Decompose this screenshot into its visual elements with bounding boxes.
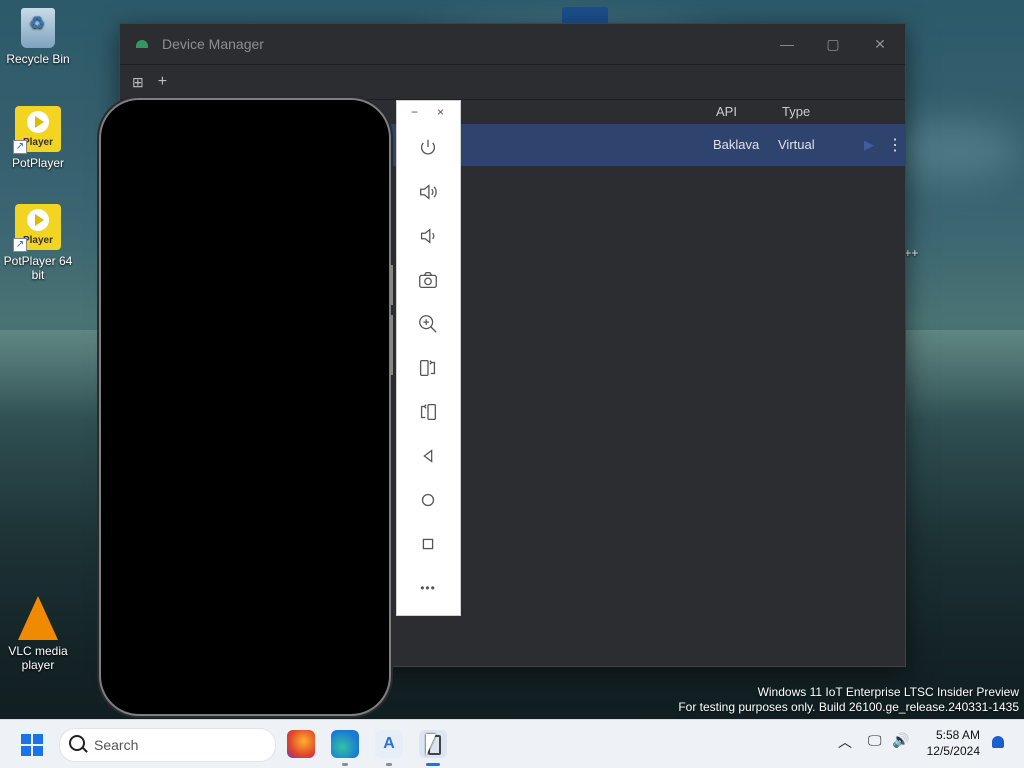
- clock[interactable]: 5:58 AM 12/5/2024: [927, 727, 980, 759]
- home-icon[interactable]: [414, 486, 442, 514]
- desktop-icon-label: Recycle Bin: [6, 52, 70, 66]
- shortcut-arrow-icon: ↗: [13, 140, 27, 154]
- desktop-icon-potplayer-64[interactable]: Player ↗ PotPlayer 64 bit: [0, 204, 76, 282]
- row-api: Baklava: [713, 137, 760, 152]
- notification-bell-icon[interactable]: [992, 736, 1004, 748]
- recycle-bin-icon: [21, 8, 55, 48]
- back-icon[interactable]: [414, 442, 442, 470]
- emulator-toolbar: − × •••: [396, 100, 461, 616]
- search-box[interactable]: Search: [59, 728, 276, 762]
- taskbar: Search A ︿ 🖵 🔊 5:58 AM 12/5/2024: [0, 719, 1024, 768]
- desktop-icon-label: VLC media player: [8, 644, 68, 672]
- search-icon: [69, 735, 85, 751]
- edge-icon[interactable]: [331, 730, 359, 766]
- rotate-left-icon[interactable]: [414, 354, 442, 382]
- device-group-icon[interactable]: ⊞: [132, 74, 144, 91]
- desktop-icon-vlc[interactable]: VLC media player: [0, 596, 76, 672]
- desktop-icon-label: PotPlayer: [11, 156, 65, 170]
- toolbar: ⊞ +: [120, 64, 905, 99]
- column-header-type[interactable]: Type: [782, 104, 810, 119]
- row-more-menu[interactable]: ⋮: [887, 135, 903, 155]
- volume-down-icon[interactable]: [414, 222, 442, 250]
- run-device-icon[interactable]: ▶: [864, 137, 874, 153]
- column-header-api[interactable]: API: [716, 104, 737, 119]
- partial-desktop-icon: [562, 7, 608, 23]
- emulator-screen[interactable]: [101, 100, 393, 714]
- network-icon[interactable]: 🖵: [868, 732, 882, 749]
- volume-up-icon[interactable]: [414, 178, 442, 206]
- desktop-icon-potplayer[interactable]: Player ↗ PotPlayer: [0, 106, 76, 170]
- camera-icon[interactable]: [414, 266, 442, 294]
- rotate-right-icon[interactable]: [414, 398, 442, 426]
- add-device-button[interactable]: +: [158, 73, 167, 91]
- window-title: Device Manager: [162, 36, 264, 52]
- power-icon[interactable]: [414, 134, 442, 162]
- overview-icon[interactable]: [414, 530, 442, 558]
- minimize-button[interactable]: —: [775, 32, 799, 56]
- vlc-cone-icon: [18, 596, 58, 640]
- android-icon: [136, 40, 148, 48]
- android-studio-icon[interactable]: A: [375, 730, 403, 766]
- firefox-icon[interactable]: [287, 730, 315, 758]
- row-type: Virtual: [778, 137, 815, 152]
- emulator-minimize-button[interactable]: −: [411, 105, 418, 119]
- maximize-button[interactable]: ▢: [821, 32, 845, 56]
- zoom-icon[interactable]: [414, 310, 442, 338]
- desktop-icon-label: PotPlayer 64 bit: [3, 254, 73, 282]
- more-icon[interactable]: •••: [414, 574, 442, 602]
- windows-watermark: Windows 11 IoT Enterprise LTSC Insider P…: [678, 685, 1019, 714]
- title-bar: Device Manager — ▢ ✕: [120, 24, 905, 64]
- potplayer-icon: Player ↗: [13, 106, 61, 154]
- start-button[interactable]: [21, 734, 43, 756]
- emulator-close-button[interactable]: ×: [437, 105, 444, 119]
- volume-icon[interactable]: 🔊: [892, 732, 909, 749]
- close-button[interactable]: ✕: [868, 32, 892, 56]
- search-placeholder: Search: [94, 737, 139, 753]
- shortcut-arrow-icon: ↗: [13, 238, 27, 252]
- desktop-icon-recycle-bin[interactable]: Recycle Bin: [0, 8, 76, 66]
- mouse-cursor-icon: [426, 734, 436, 756]
- chevron-up-icon[interactable]: ︿: [838, 732, 852, 752]
- potplayer-icon: Player ↗: [13, 204, 61, 252]
